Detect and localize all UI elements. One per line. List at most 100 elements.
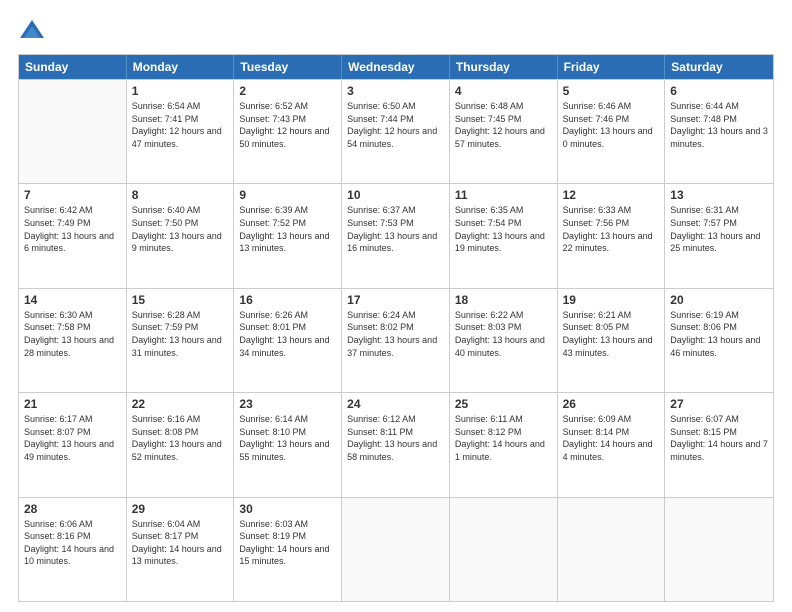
- day-header-monday: Monday: [127, 55, 235, 79]
- day-number: 24: [347, 397, 444, 411]
- cal-cell-5-6: [558, 498, 666, 601]
- day-header-friday: Friday: [558, 55, 666, 79]
- day-number: 21: [24, 397, 121, 411]
- sun-info: Sunrise: 6:12 AM Sunset: 8:11 PM Dayligh…: [347, 413, 444, 463]
- calendar-header: SundayMondayTuesdayWednesdayThursdayFrid…: [19, 55, 773, 79]
- cal-cell-3-3: 16 Sunrise: 6:26 AM Sunset: 8:01 PM Dayli…: [234, 289, 342, 392]
- day-number: 28: [24, 502, 121, 516]
- sun-info: Sunrise: 6:50 AM Sunset: 7:44 PM Dayligh…: [347, 100, 444, 150]
- cal-cell-4-7: 27 Sunrise: 6:07 AM Sunset: 8:15 PM Dayli…: [665, 393, 773, 496]
- week-row-2: 7 Sunrise: 6:42 AM Sunset: 7:49 PM Daylig…: [19, 183, 773, 287]
- day-number: 3: [347, 84, 444, 98]
- day-number: 9: [239, 188, 336, 202]
- day-number: 29: [132, 502, 229, 516]
- sun-info: Sunrise: 6:04 AM Sunset: 8:17 PM Dayligh…: [132, 518, 229, 568]
- sun-info: Sunrise: 6:24 AM Sunset: 8:02 PM Dayligh…: [347, 309, 444, 359]
- day-number: 11: [455, 188, 552, 202]
- day-number: 1: [132, 84, 229, 98]
- sun-info: Sunrise: 6:17 AM Sunset: 8:07 PM Dayligh…: [24, 413, 121, 463]
- cal-cell-5-5: [450, 498, 558, 601]
- calendar: SundayMondayTuesdayWednesdayThursdayFrid…: [18, 54, 774, 602]
- day-number: 25: [455, 397, 552, 411]
- calendar-body: 1 Sunrise: 6:54 AM Sunset: 7:41 PM Daylig…: [19, 79, 773, 601]
- sun-info: Sunrise: 6:09 AM Sunset: 8:14 PM Dayligh…: [563, 413, 660, 463]
- week-row-5: 28 Sunrise: 6:06 AM Sunset: 8:16 PM Dayli…: [19, 497, 773, 601]
- cal-cell-2-7: 13Sunrise: 6:31 AM Sunset: 7:57 PM Dayli…: [665, 184, 773, 287]
- sun-info: Sunrise: 6:39 AM Sunset: 7:52 PM Dayligh…: [239, 204, 336, 254]
- sun-info: Sunrise: 6:52 AM Sunset: 7:43 PM Dayligh…: [239, 100, 336, 150]
- logo: [18, 18, 50, 46]
- cal-cell-2-1: 7 Sunrise: 6:42 AM Sunset: 7:49 PM Daylig…: [19, 184, 127, 287]
- cal-cell-3-2: 15 Sunrise: 6:28 AM Sunset: 7:59 PM Dayli…: [127, 289, 235, 392]
- cal-cell-1-2: 1 Sunrise: 6:54 AM Sunset: 7:41 PM Daylig…: [127, 80, 235, 183]
- sun-info: Sunrise: 6:30 AM Sunset: 7:58 PM Dayligh…: [24, 309, 121, 359]
- cal-cell-2-6: 12Sunrise: 6:33 AM Sunset: 7:56 PM Dayli…: [558, 184, 666, 287]
- sun-info: Sunrise: 6:35 AM Sunset: 7:54 PM Dayligh…: [455, 204, 552, 254]
- sun-info: Sunrise: 6:54 AM Sunset: 7:41 PM Dayligh…: [132, 100, 229, 150]
- cal-cell-4-3: 23 Sunrise: 6:14 AM Sunset: 8:10 PM Dayli…: [234, 393, 342, 496]
- sun-info: Sunrise: 6:44 AM Sunset: 7:48 PM Dayligh…: [670, 100, 768, 150]
- sun-info: Sunrise: 6:16 AM Sunset: 8:08 PM Dayligh…: [132, 413, 229, 463]
- cal-cell-3-6: 19 Sunrise: 6:21 AM Sunset: 8:05 PM Dayli…: [558, 289, 666, 392]
- day-number: 30: [239, 502, 336, 516]
- cal-cell-5-7: [665, 498, 773, 601]
- day-header-wednesday: Wednesday: [342, 55, 450, 79]
- day-header-saturday: Saturday: [665, 55, 773, 79]
- day-number: 23: [239, 397, 336, 411]
- cal-cell-1-3: 2Sunrise: 6:52 AM Sunset: 7:43 PM Daylig…: [234, 80, 342, 183]
- cal-cell-3-7: 20 Sunrise: 6:19 AM Sunset: 8:06 PM Dayli…: [665, 289, 773, 392]
- day-number: 26: [563, 397, 660, 411]
- week-row-1: 1 Sunrise: 6:54 AM Sunset: 7:41 PM Daylig…: [19, 79, 773, 183]
- day-header-sunday: Sunday: [19, 55, 127, 79]
- day-number: 10: [347, 188, 444, 202]
- cal-cell-5-4: [342, 498, 450, 601]
- cal-cell-4-2: 22 Sunrise: 6:16 AM Sunset: 8:08 PM Dayli…: [127, 393, 235, 496]
- day-number: 20: [670, 293, 768, 307]
- cal-cell-5-2: 29 Sunrise: 6:04 AM Sunset: 8:17 PM Dayli…: [127, 498, 235, 601]
- week-row-3: 14 Sunrise: 6:30 AM Sunset: 7:58 PM Dayli…: [19, 288, 773, 392]
- cal-cell-4-4: 24 Sunrise: 6:12 AM Sunset: 8:11 PM Dayli…: [342, 393, 450, 496]
- cal-cell-2-4: 10 Sunrise: 6:37 AM Sunset: 7:53 PM Dayli…: [342, 184, 450, 287]
- sun-info: Sunrise: 6:19 AM Sunset: 8:06 PM Dayligh…: [670, 309, 768, 359]
- day-number: 27: [670, 397, 768, 411]
- cal-cell-2-5: 11 Sunrise: 6:35 AM Sunset: 7:54 PM Dayli…: [450, 184, 558, 287]
- day-number: 6: [670, 84, 768, 98]
- day-number: 15: [132, 293, 229, 307]
- day-number: 8: [132, 188, 229, 202]
- cal-cell-4-5: 25 Sunrise: 6:11 AM Sunset: 8:12 PM Dayli…: [450, 393, 558, 496]
- sun-info: Sunrise: 6:42 AM Sunset: 7:49 PM Dayligh…: [24, 204, 121, 254]
- day-number: 19: [563, 293, 660, 307]
- day-header-tuesday: Tuesday: [234, 55, 342, 79]
- header: [18, 18, 774, 46]
- cal-cell-1-5: 4 Sunrise: 6:48 AM Sunset: 7:45 PM Daylig…: [450, 80, 558, 183]
- day-number: 13: [670, 188, 768, 202]
- sun-info: Sunrise: 6:06 AM Sunset: 8:16 PM Dayligh…: [24, 518, 121, 568]
- page: SundayMondayTuesdayWednesdayThursdayFrid…: [0, 0, 792, 612]
- sun-info: Sunrise: 6:07 AM Sunset: 8:15 PM Dayligh…: [670, 413, 768, 463]
- day-number: 16: [239, 293, 336, 307]
- day-number: 22: [132, 397, 229, 411]
- cal-cell-4-1: 21 Sunrise: 6:17 AM Sunset: 8:07 PM Dayli…: [19, 393, 127, 496]
- cal-cell-5-3: 30Sunrise: 6:03 AM Sunset: 8:19 PM Dayli…: [234, 498, 342, 601]
- sun-info: Sunrise: 6:33 AM Sunset: 7:56 PM Dayligh…: [563, 204, 660, 254]
- sun-info: Sunrise: 6:11 AM Sunset: 8:12 PM Dayligh…: [455, 413, 552, 463]
- day-number: 7: [24, 188, 121, 202]
- cal-cell-2-2: 8 Sunrise: 6:40 AM Sunset: 7:50 PM Daylig…: [127, 184, 235, 287]
- sun-info: Sunrise: 6:21 AM Sunset: 8:05 PM Dayligh…: [563, 309, 660, 359]
- sun-info: Sunrise: 6:26 AM Sunset: 8:01 PM Dayligh…: [239, 309, 336, 359]
- week-row-4: 21 Sunrise: 6:17 AM Sunset: 8:07 PM Dayli…: [19, 392, 773, 496]
- cal-cell-4-6: 26 Sunrise: 6:09 AM Sunset: 8:14 PM Dayli…: [558, 393, 666, 496]
- sun-info: Sunrise: 6:40 AM Sunset: 7:50 PM Dayligh…: [132, 204, 229, 254]
- cal-cell-5-1: 28 Sunrise: 6:06 AM Sunset: 8:16 PM Dayli…: [19, 498, 127, 601]
- sun-info: Sunrise: 6:28 AM Sunset: 7:59 PM Dayligh…: [132, 309, 229, 359]
- cal-cell-1-7: 6 Sunrise: 6:44 AM Sunset: 7:48 PM Daylig…: [665, 80, 773, 183]
- cal-cell-1-1: [19, 80, 127, 183]
- day-number: 17: [347, 293, 444, 307]
- day-number: 14: [24, 293, 121, 307]
- sun-info: Sunrise: 6:37 AM Sunset: 7:53 PM Dayligh…: [347, 204, 444, 254]
- cal-cell-3-4: 17 Sunrise: 6:24 AM Sunset: 8:02 PM Dayli…: [342, 289, 450, 392]
- day-number: 18: [455, 293, 552, 307]
- day-number: 4: [455, 84, 552, 98]
- sun-info: Sunrise: 6:48 AM Sunset: 7:45 PM Dayligh…: [455, 100, 552, 150]
- sun-info: Sunrise: 6:14 AM Sunset: 8:10 PM Dayligh…: [239, 413, 336, 463]
